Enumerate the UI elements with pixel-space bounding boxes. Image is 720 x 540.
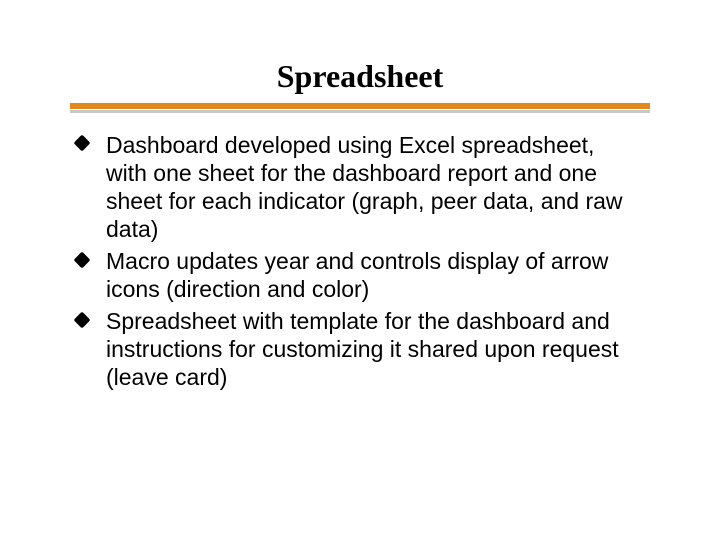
rule-shadow <box>70 110 650 113</box>
diamond-bullet-icon <box>74 251 91 268</box>
bullet-text: Macro updates year and controls display … <box>106 248 608 302</box>
diamond-bullet-icon <box>74 311 91 328</box>
diamond-bullet-icon <box>74 135 91 152</box>
title-underline <box>70 103 650 113</box>
slide-title: Spreadsheet <box>70 58 650 95</box>
list-item: Macro updates year and controls display … <box>76 247 640 303</box>
bullet-text: Dashboard developed using Excel spreadsh… <box>106 132 623 242</box>
bullet-text: Spreadsheet with template for the dashbo… <box>106 308 619 390</box>
orange-rule <box>70 103 650 109</box>
slide: Spreadsheet Dashboard developed using Ex… <box>0 0 720 540</box>
list-item: Dashboard developed using Excel spreadsh… <box>76 131 640 243</box>
bullet-list: Dashboard developed using Excel spreadsh… <box>70 131 650 391</box>
list-item: Spreadsheet with template for the dashbo… <box>76 307 640 391</box>
